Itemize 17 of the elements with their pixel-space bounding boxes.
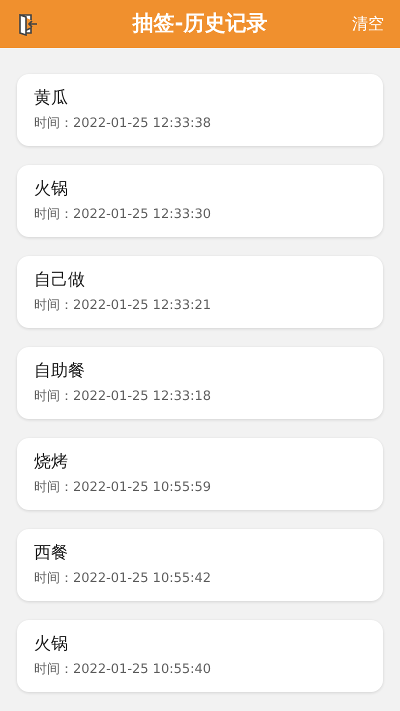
- record-name: 火锅: [34, 634, 69, 655]
- record-name: 自助餐: [34, 360, 86, 382]
- record-name: 黄瓜: [34, 88, 69, 109]
- exit-icon[interactable]: [16, 12, 40, 36]
- record-time: 时间：2022-01-25 12:33:18: [34, 389, 212, 406]
- page-title: 抽签-历史记录: [132, 10, 268, 38]
- record-name: 自己做: [34, 270, 86, 291]
- record-time: 时间：2022-01-25 12:33:38: [34, 116, 212, 132]
- record-time: 时间：2022-01-25 10:55:42: [34, 571, 212, 588]
- record-time: 时间：2022-01-25 10:55:40: [34, 662, 212, 678]
- record-time: 时间：2022-01-25 12:33:30: [34, 207, 212, 224]
- record-name: 火锅: [34, 178, 69, 200]
- clear-button[interactable]: 清空: [352, 12, 384, 36]
- record-time: 时间：2022-01-25 10:55:59: [34, 480, 212, 496]
- record-name: 西餐: [34, 542, 69, 564]
- record-name: 烧烤: [34, 452, 69, 473]
- record-time: 时间：2022-01-25 12:33:21: [34, 298, 212, 314]
